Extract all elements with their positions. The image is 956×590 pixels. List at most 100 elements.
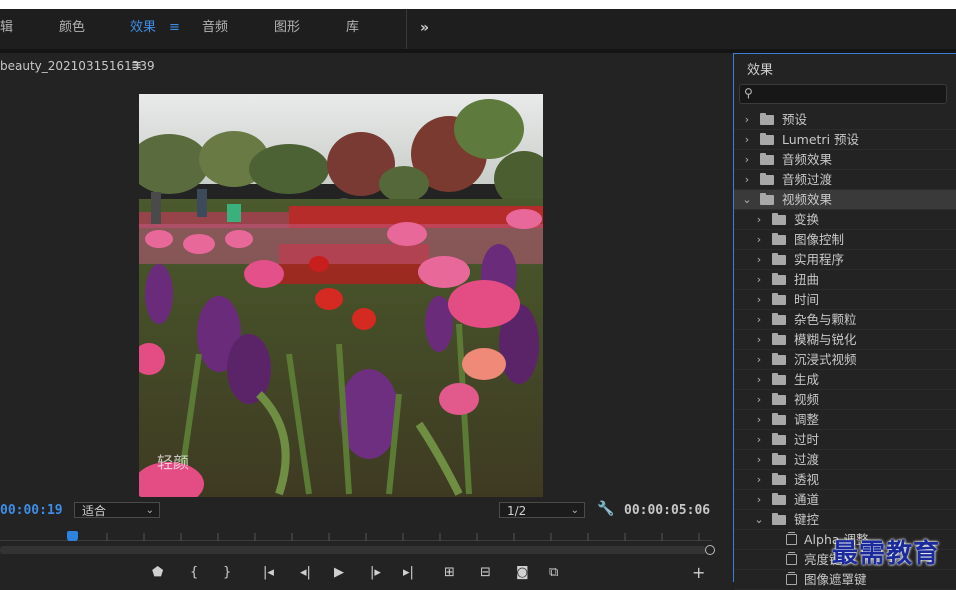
tree-item[interactable]: › 杂色与颗粒 bbox=[734, 310, 956, 330]
tree-item[interactable]: › Lumetri 预设 bbox=[734, 130, 956, 150]
tree-item[interactable]: › 实用程序 bbox=[734, 250, 956, 270]
playhead[interactable] bbox=[67, 531, 78, 541]
preset-bin-icon bbox=[760, 113, 774, 125]
monitor-menu-icon[interactable]: ≡ bbox=[131, 58, 142, 73]
time-ruler[interactable] bbox=[0, 529, 712, 541]
tree-item[interactable]: › 过时 bbox=[734, 430, 956, 450]
folder-icon bbox=[772, 453, 786, 465]
chevron-right-icon[interactable]: › bbox=[754, 250, 764, 270]
tree-item-label: 沉浸式视频 bbox=[794, 352, 857, 367]
play-icon[interactable]: ▶ bbox=[334, 565, 344, 581]
chevron-right-icon[interactable]: › bbox=[754, 330, 764, 350]
folder-icon bbox=[772, 393, 786, 405]
go-to-in-icon[interactable]: |◂ bbox=[263, 565, 274, 581]
tree-item-label: 透视 bbox=[794, 472, 820, 487]
hamburger-icon[interactable]: ≡ bbox=[169, 9, 180, 49]
folder-icon bbox=[760, 193, 774, 205]
tree-item-label: 音频过渡 bbox=[782, 172, 833, 187]
chevron-right-icon[interactable]: › bbox=[742, 130, 752, 150]
tree-item-label: 图像遮罩键 bbox=[804, 572, 867, 587]
tree-item-label: 预设 bbox=[782, 112, 808, 127]
tree-item[interactable]: 图像遮罩键 bbox=[734, 570, 956, 590]
chevron-right-icon[interactable]: › bbox=[754, 350, 764, 370]
chevron-right-icon[interactable]: › bbox=[754, 430, 764, 450]
chevron-right-icon[interactable]: › bbox=[754, 450, 764, 470]
current-timecode[interactable]: 00:00:19 bbox=[0, 503, 63, 518]
tree-item[interactable]: › 时间 bbox=[734, 290, 956, 310]
chevron-right-icon[interactable]: › bbox=[754, 290, 764, 310]
insert-icon[interactable]: ⊞ bbox=[444, 565, 455, 581]
chevron-right-icon[interactable]: › bbox=[754, 470, 764, 490]
chevron-right-icon[interactable]: › bbox=[742, 170, 752, 190]
zoom-level-select[interactable]: 适合 ⌄ bbox=[74, 502, 160, 518]
tree-item[interactable]: › 变换 bbox=[734, 210, 956, 230]
tab-effects[interactable]: 效果 bbox=[130, 9, 156, 49]
chevron-right-icon[interactable]: › bbox=[754, 210, 764, 230]
tree-item-label: 键控 bbox=[794, 512, 820, 527]
chevron-right-icon[interactable]: › bbox=[754, 490, 764, 510]
tab-edit[interactable]: 辑 bbox=[0, 9, 13, 49]
chevron-right-icon[interactable]: › bbox=[754, 370, 764, 390]
chevron-right-icon[interactable]: › bbox=[742, 110, 752, 130]
video-frame[interactable]: 轻颜 bbox=[139, 94, 543, 497]
tree-item[interactable]: › 通道 bbox=[734, 490, 956, 510]
tab-graphics[interactable]: 图形 bbox=[274, 9, 300, 49]
tree-item[interactable]: › 图像控制 bbox=[734, 230, 956, 250]
tab-color[interactable]: 颜色 bbox=[59, 9, 85, 49]
duration-timecode: 00:00:05:06 bbox=[624, 503, 711, 518]
chevron-right-icon[interactable]: › bbox=[742, 150, 752, 170]
mark-out-icon[interactable]: } bbox=[223, 565, 231, 581]
search-icon: ⚲ bbox=[744, 86, 753, 100]
resolution-value: 1/2 bbox=[507, 504, 527, 518]
go-to-out-icon[interactable]: ▸| bbox=[403, 565, 414, 581]
tree-item[interactable]: › 生成 bbox=[734, 370, 956, 390]
step-forward-icon[interactable]: |▸ bbox=[370, 565, 381, 581]
tree-item[interactable]: › 预设 bbox=[734, 110, 956, 130]
tree-item[interactable]: › 透视 bbox=[734, 470, 956, 490]
folder-icon bbox=[772, 413, 786, 425]
workspace-tab-bar: 辑 颜色 效果 ≡ 音频 图形 库 » bbox=[0, 9, 956, 49]
window-top-strip bbox=[0, 0, 956, 9]
tree-item[interactable]: › 音频效果 bbox=[734, 150, 956, 170]
tree-item[interactable]: › 音频过渡 bbox=[734, 170, 956, 190]
export-frame-icon[interactable]: ◙ bbox=[516, 565, 529, 581]
folder-icon bbox=[772, 333, 786, 345]
overwrite-icon[interactable]: ⊟ bbox=[480, 565, 491, 581]
add-marker-icon[interactable]: ⬟ bbox=[152, 565, 163, 581]
timeline-scrollbar[interactable] bbox=[0, 546, 706, 554]
tree-item[interactable]: ⌄ 视频效果 bbox=[734, 190, 956, 210]
tree-item-label: 音频效果 bbox=[782, 152, 833, 167]
chevron-right-icon[interactable]: › bbox=[754, 310, 764, 330]
settings-wrench-icon[interactable]: 🔧 bbox=[597, 501, 614, 517]
overflow-chevron-icon[interactable]: » bbox=[420, 9, 429, 49]
tree-item[interactable]: › 调整 bbox=[734, 410, 956, 430]
step-back-icon[interactable]: ◂| bbox=[300, 565, 311, 581]
playback-resolution-select[interactable]: 1/2 ⌄ bbox=[499, 502, 585, 518]
chevron-down-icon[interactable]: ⌄ bbox=[754, 510, 764, 530]
tree-item[interactable]: › 过渡 bbox=[734, 450, 956, 470]
effects-panel-title[interactable]: 效果 bbox=[747, 59, 773, 78]
tree-item[interactable]: › 视频 bbox=[734, 390, 956, 410]
chevron-right-icon[interactable]: › bbox=[754, 270, 764, 290]
folder-icon bbox=[760, 173, 774, 185]
chevron-down-icon[interactable]: ⌄ bbox=[742, 190, 752, 210]
mark-in-icon[interactable]: { bbox=[190, 565, 198, 581]
comparison-view-icon[interactable]: ⧉ bbox=[549, 565, 558, 581]
effect-icon bbox=[786, 552, 797, 565]
tab-libraries[interactable]: 库 bbox=[346, 9, 359, 49]
chevron-right-icon[interactable]: › bbox=[754, 230, 764, 250]
chevron-right-icon[interactable]: › bbox=[754, 390, 764, 410]
tree-item-label: Lumetri 预设 bbox=[782, 132, 860, 147]
tree-item[interactable]: › 沉浸式视频 bbox=[734, 350, 956, 370]
chevron-right-icon[interactable]: › bbox=[754, 410, 764, 430]
tree-item[interactable]: ⌄ 键控 bbox=[734, 510, 956, 530]
tree-item-label: 时间 bbox=[794, 292, 820, 307]
effects-search-input[interactable]: ⚲ bbox=[739, 84, 947, 104]
scroll-end-handle[interactable] bbox=[705, 545, 715, 555]
tab-audio[interactable]: 音频 bbox=[202, 9, 228, 49]
tree-item-label: 调整 bbox=[794, 412, 820, 427]
program-monitor: beauty_20210315161339 ≡ 轻颜 00:00:19 适合 ⌄… bbox=[0, 53, 732, 582]
tree-item[interactable]: › 模糊与锐化 bbox=[734, 330, 956, 350]
add-button-icon[interactable]: + bbox=[692, 565, 705, 581]
tree-item[interactable]: › 扭曲 bbox=[734, 270, 956, 290]
